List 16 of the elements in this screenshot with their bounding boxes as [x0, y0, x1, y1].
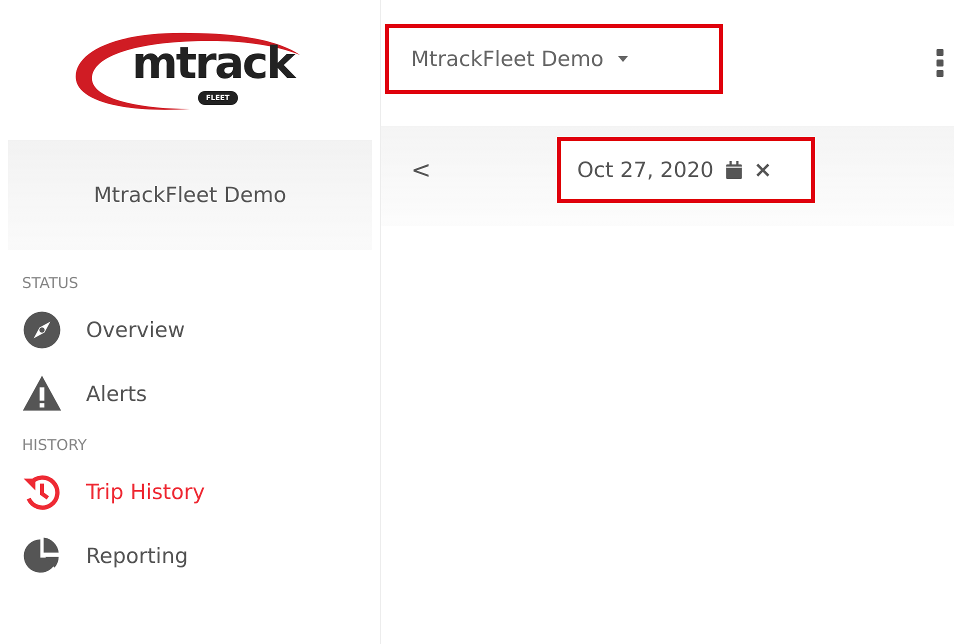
- date-picker[interactable]: Oct 27, 2020 ×: [557, 137, 816, 203]
- caret-icon: [618, 56, 628, 62]
- account-name: MtrackFleet Demo: [94, 183, 286, 207]
- account-dropdown[interactable]: MtrackFleet Demo: [385, 24, 723, 94]
- calendar-icon: [726, 161, 742, 179]
- back-button[interactable]: <: [407, 156, 436, 184]
- nav-item[interactable]: Reporting: [22, 524, 188, 588]
- nav-item[interactable]: Trip History: [22, 460, 205, 524]
- clear-button[interactable]: ×: [754, 158, 772, 182]
- logo-text: mtrack: [132, 39, 294, 89]
- nav-item[interactable]: Alerts: [22, 362, 147, 426]
- compass-icon: [22, 310, 62, 350]
- nav-item[interactable]: Overview: [22, 298, 185, 362]
- section-title: STATUS: [22, 273, 80, 294]
- more-menu-icon[interactable]: [936, 49, 944, 77]
- section-title: HISTORY: [22, 435, 88, 456]
